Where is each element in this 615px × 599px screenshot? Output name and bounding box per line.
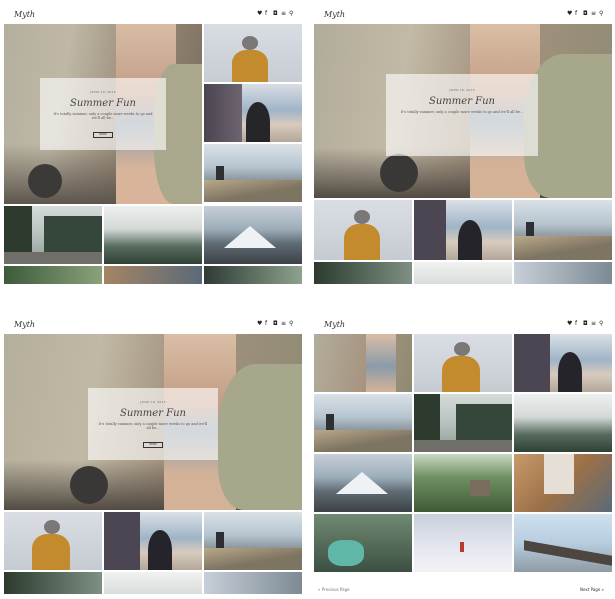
thumb-pier[interactable]: [514, 514, 612, 572]
thumb-snowy-mountains[interactable]: [314, 454, 412, 512]
post-excerpt: It's totally summer, only a couple more …: [98, 422, 208, 430]
thumb-deck-person[interactable]: [514, 454, 612, 512]
thumb-foggy-forest[interactable]: [514, 394, 612, 452]
twitter-icon[interactable]: ♥: [257, 321, 262, 327]
thumb-scooter[interactable]: [204, 266, 302, 284]
thumb-forest-road[interactable]: [414, 394, 512, 452]
featured-hero-image[interactable]: JUNE 18, 2015 Summer Fun It's totally su…: [314, 24, 612, 198]
thumb-cliff-mountain[interactable]: [204, 144, 302, 202]
site-header: Myth ♥ f ◘ ≡ ⚲: [4, 316, 302, 334]
thumb-scooter[interactable]: [314, 514, 412, 572]
thumb-beach-woman[interactable]: [514, 334, 612, 392]
screenshot-panel-2: Myth ♥ f ◘ ≡ ⚲ JUNE 18, 2015 Summer Fun …: [314, 6, 612, 284]
search-icon[interactable]: ⚲: [289, 11, 294, 17]
thumb-foggy-forest[interactable]: [104, 206, 202, 264]
menu-icon[interactable]: ≡: [281, 11, 286, 17]
thumb-forest-road[interactable]: [4, 572, 102, 594]
thumb-forest-road[interactable]: [314, 262, 412, 284]
thumb-foggy-forest[interactable]: [104, 572, 202, 594]
facebook-icon[interactable]: f: [265, 321, 270, 327]
screenshot-panel-4: Myth ♥ f ◘ ≡ ⚲ « Previous Page Next Page…: [314, 316, 612, 594]
thumb-snow-walker[interactable]: [414, 514, 512, 572]
featured-post-card: JUNE 18, 2015 Summer Fun It's totally su…: [386, 74, 538, 156]
site-header: Myth ♥ f ◘ ≡ ⚲: [314, 6, 612, 24]
site-logo[interactable]: Myth: [14, 10, 35, 19]
search-icon[interactable]: ⚲: [599, 321, 604, 327]
search-icon[interactable]: ⚲: [599, 11, 604, 17]
instagram-icon[interactable]: ◘: [273, 11, 278, 17]
menu-icon[interactable]: ≡: [591, 321, 596, 327]
thumb-jungle-hut[interactable]: [414, 454, 512, 512]
thumb-snowy-mountains[interactable]: [204, 206, 302, 264]
thumb-snowy-mountains[interactable]: [514, 262, 612, 284]
site-header: Myth ♥ f ◘ ≡ ⚲: [314, 316, 612, 334]
post-date: JUNE 18, 2015: [449, 88, 475, 92]
site-logo[interactable]: Myth: [324, 10, 345, 19]
twitter-icon[interactable]: ♥: [567, 11, 572, 17]
featured-hero-image[interactable]: JUNE 18, 2015 Summer Fun It's totally su…: [4, 24, 202, 204]
thumb-hiker-hat[interactable]: [204, 24, 302, 82]
thumb-deck-person[interactable]: [104, 266, 202, 284]
thumb-summer-fun[interactable]: [314, 334, 412, 392]
thumb-cliff-mountain[interactable]: [204, 512, 302, 570]
post-excerpt: It's totally summer, only a couple more …: [53, 112, 153, 120]
thumb-tropical[interactable]: [4, 266, 102, 284]
thumb-foggy-forest[interactable]: [414, 262, 512, 284]
facebook-icon[interactable]: f: [575, 11, 580, 17]
thumb-beach-woman[interactable]: [204, 84, 302, 142]
search-icon[interactable]: ⚲: [289, 321, 294, 327]
site-header: Myth ♥ f ◘ ≡ ⚲: [4, 6, 302, 24]
site-logo[interactable]: Myth: [324, 320, 345, 329]
next-page-link[interactable]: Next Page »: [580, 587, 604, 592]
post-title[interactable]: Summer Fun: [386, 96, 538, 107]
post-title[interactable]: Summer Fun: [40, 98, 166, 109]
header-icons: ♥ f ◘ ≡ ⚲: [567, 321, 604, 327]
twitter-icon[interactable]: ♥: [257, 11, 262, 17]
header-icons: ♥ f ◘ ≡ ⚲: [257, 321, 294, 327]
facebook-icon[interactable]: f: [265, 11, 270, 17]
instagram-icon[interactable]: ◘: [583, 11, 588, 17]
site-logo[interactable]: Myth: [14, 320, 35, 329]
screenshot-panel-1: Myth ♥ f ◘ ≡ ⚲ JUNE 18, 2015 Summer Fun …: [4, 6, 302, 284]
read-more-button[interactable]: MORE: [143, 442, 163, 448]
facebook-icon[interactable]: f: [575, 321, 580, 327]
post-excerpt: It's totally summer, only a couple more …: [400, 110, 524, 114]
thumb-hiker-hat[interactable]: [414, 334, 512, 392]
thumb-beach-woman[interactable]: [414, 200, 512, 260]
menu-icon[interactable]: ≡: [281, 321, 286, 327]
thumb-snowy-mountains[interactable]: [204, 572, 302, 594]
featured-hero-image[interactable]: JUNE 18, 2015 Summer Fun It's totally su…: [4, 334, 302, 510]
post-title[interactable]: Summer Fun: [88, 408, 218, 419]
thumb-hiker-hat[interactable]: [4, 512, 102, 570]
twitter-icon[interactable]: ♥: [567, 321, 572, 327]
header-icons: ♥ f ◘ ≡ ⚲: [257, 11, 294, 17]
thumb-beach-woman[interactable]: [104, 512, 202, 570]
previous-page-link[interactable]: « Previous Page: [318, 587, 350, 592]
thumb-forest-road[interactable]: [4, 206, 102, 264]
post-date: JUNE 18, 2015: [90, 90, 116, 94]
thumb-cliff-mountain[interactable]: [514, 200, 612, 260]
instagram-icon[interactable]: ◘: [583, 321, 588, 327]
post-date: JUNE 18, 2015: [140, 400, 166, 404]
menu-icon[interactable]: ≡: [591, 11, 596, 17]
thumb-hiker-hat[interactable]: [314, 200, 412, 260]
instagram-icon[interactable]: ◘: [273, 321, 278, 327]
screenshot-panel-3: Myth ♥ f ◘ ≡ ⚲ JUNE 18, 2015 Summer Fun …: [4, 316, 302, 594]
read-more-button[interactable]: MORE: [93, 132, 113, 138]
header-icons: ♥ f ◘ ≡ ⚲: [567, 11, 604, 17]
featured-post-card: JUNE 18, 2015 Summer Fun It's totally su…: [40, 78, 166, 150]
featured-post-card: JUNE 18, 2015 Summer Fun It's totally su…: [88, 388, 218, 460]
thumb-cliff-mountain[interactable]: [314, 394, 412, 452]
